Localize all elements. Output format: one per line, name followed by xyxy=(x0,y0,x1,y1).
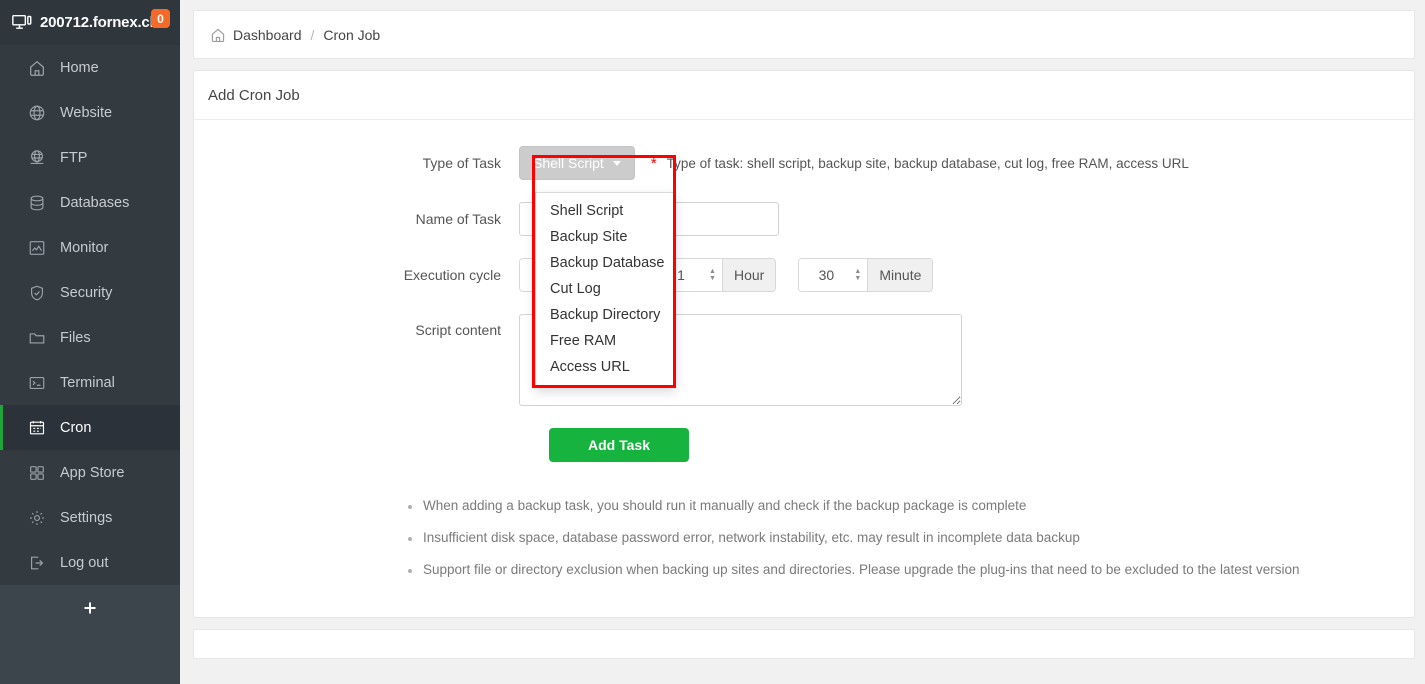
menu-option-backup-database[interactable]: Backup Database xyxy=(536,250,674,276)
sidebar-brand[interactable]: 200712.fornex.clo 0 xyxy=(0,0,180,45)
sidebar-item-label: Cron xyxy=(60,419,92,436)
name-of-task-label: Name of Task xyxy=(415,211,501,227)
sidebar-item-home[interactable]: Home xyxy=(0,45,180,90)
sidebar-item-terminal[interactable]: Terminal xyxy=(0,360,180,405)
folder-icon xyxy=(28,329,46,347)
menu-option-access-url[interactable]: Access URL xyxy=(536,354,674,380)
sidebar: 200712.fornex.clo 0 Home Website FTP Dat… xyxy=(0,0,180,684)
sidebar-item-databases[interactable]: Databases xyxy=(0,180,180,225)
sidebar-item-label: Home xyxy=(60,59,99,76)
execution-cycle-label: Execution cycle xyxy=(403,267,501,283)
cron-form: Type of Task Shell Script * Type of task… xyxy=(194,120,1414,617)
minute-input[interactable] xyxy=(799,259,854,291)
hour-unit-label: Hour xyxy=(722,259,776,291)
sidebar-item-app-store[interactable]: App Store xyxy=(0,450,180,495)
form-row-name-of-task: Name of Task xyxy=(194,202,1414,236)
script-content-label: Script content xyxy=(415,322,501,338)
menu-option-free-ram[interactable]: Free RAM xyxy=(536,328,674,354)
type-of-task-dropdown[interactable]: Shell Script xyxy=(519,146,635,180)
sidebar-item-monitor[interactable]: Monitor xyxy=(0,225,180,270)
terminal-icon xyxy=(28,374,46,392)
sidebar-item-website[interactable]: Website xyxy=(0,90,180,135)
sidebar-item-cron[interactable]: Cron xyxy=(0,405,180,450)
sidebar-item-label: App Store xyxy=(60,464,125,481)
form-row-execution-cycle: Execution cycle Monday ▲▼ Hour xyxy=(194,258,1414,292)
sidebar-item-security[interactable]: Security xyxy=(0,270,180,315)
menu-option-shell-script[interactable]: Shell Script xyxy=(536,198,674,224)
notes-list: When adding a backup task, you should ru… xyxy=(408,498,1414,579)
minute-unit-label: Minute xyxy=(867,259,933,291)
note-text: Support file or directory exclusion when… xyxy=(423,562,1300,578)
sidebar-item-label: Website xyxy=(60,104,113,121)
breadcrumb: Dashboard / Cron Job xyxy=(193,10,1415,59)
page-title: Add Cron Job xyxy=(194,71,1414,120)
hour-spinner-arrows[interactable]: ▲ ▼ xyxy=(708,259,722,291)
add-task-button[interactable]: Add Task xyxy=(549,428,689,462)
monitor-chart-icon xyxy=(28,239,46,257)
breadcrumb-current: Cron Job xyxy=(323,26,381,43)
brand-title: 200712.fornex.clo xyxy=(40,14,163,31)
sidebar-item-label: FTP xyxy=(60,149,88,166)
minute-stepper[interactable]: ▲▼ Minute xyxy=(798,258,934,292)
sidebar-item-files[interactable]: Files xyxy=(0,315,180,360)
logout-icon xyxy=(28,554,46,572)
bullet-icon xyxy=(408,505,412,509)
note-item: When adding a backup task, you should ru… xyxy=(408,498,1414,514)
secondary-panel xyxy=(193,628,1415,659)
monitor-icon xyxy=(12,14,32,32)
home-icon xyxy=(210,27,226,43)
menu-option-backup-site[interactable]: Backup Site xyxy=(536,224,674,250)
sidebar-filler xyxy=(0,630,180,684)
add-cron-job-panel: Add Cron Job Type of Task Shell Script *… xyxy=(193,70,1415,618)
note-text: When adding a backup task, you should ru… xyxy=(423,498,1027,513)
breadcrumb-separator: / xyxy=(310,26,315,43)
notification-badge[interactable]: 0 xyxy=(151,9,170,28)
required-asterisk: * xyxy=(650,154,657,172)
sidebar-item-label: Terminal xyxy=(60,374,115,391)
form-row-type-of-task: Type of Task Shell Script * Type of task… xyxy=(194,146,1414,180)
sidebar-item-label: Databases xyxy=(60,194,130,211)
sidebar-nav: Home Website FTP Databases Monitor Secur… xyxy=(0,45,180,585)
bullet-icon xyxy=(408,569,412,574)
sidebar-item-label: Monitor xyxy=(60,239,109,256)
menu-option-backup-directory[interactable]: Backup Directory xyxy=(536,302,674,328)
shield-icon xyxy=(28,284,46,302)
breadcrumb-dashboard[interactable]: Dashboard xyxy=(233,27,302,43)
type-of-task-menu[interactable]: Shell Script Backup Site Backup Database… xyxy=(535,192,675,386)
gear-icon xyxy=(28,509,46,527)
sidebar-item-label: Files xyxy=(60,329,91,346)
note-item: Support file or directory exclusion when… xyxy=(408,562,1414,578)
app-root: 200712.fornex.clo 0 Home Website FTP Dat… xyxy=(0,0,1425,684)
sidebar-item-label: Security xyxy=(60,284,113,301)
chevron-down-icon xyxy=(612,160,621,166)
home-icon xyxy=(28,59,46,77)
minute-spinner-arrows[interactable]: ▲ ▼ xyxy=(853,259,868,291)
calendar-icon xyxy=(28,419,46,437)
form-row-script-content: Script content xyxy=(194,314,1414,406)
bullet-icon xyxy=(408,537,412,542)
database-icon xyxy=(28,194,46,212)
main-content: Dashboard / Cron Job Add Cron Job Type o… xyxy=(180,0,1425,684)
note-item: Insufficient disk space, database passwo… xyxy=(408,530,1414,546)
add-site-button[interactable] xyxy=(0,585,180,630)
type-of-task-selected: Shell Script xyxy=(533,155,604,171)
plus-icon xyxy=(84,602,96,613)
menu-option-cut-log[interactable]: Cut Log xyxy=(536,276,674,302)
type-of-task-label: Type of Task xyxy=(422,155,501,171)
ftp-icon xyxy=(28,149,46,167)
note-text: Insufficient disk space, database passwo… xyxy=(423,530,1080,546)
sidebar-item-label: Settings xyxy=(60,509,113,526)
type-of-task-hint: Type of task: shell script, backup site,… xyxy=(666,155,1189,171)
sidebar-item-settings[interactable]: Settings xyxy=(0,495,180,540)
sidebar-item-label: Log out xyxy=(60,554,109,571)
globe-icon xyxy=(28,104,46,122)
grid-icon xyxy=(28,464,46,482)
sidebar-item-ftp[interactable]: FTP xyxy=(0,135,180,180)
sidebar-item-log-out[interactable]: Log out xyxy=(0,540,180,585)
